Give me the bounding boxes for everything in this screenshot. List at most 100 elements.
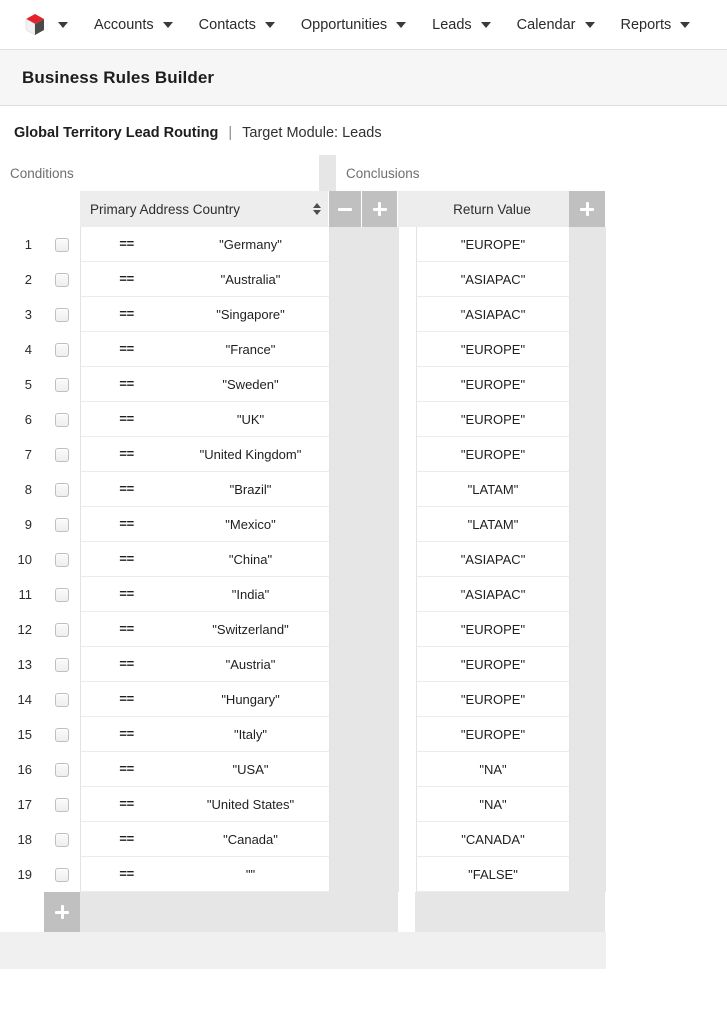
operator-cell[interactable]: == xyxy=(80,472,172,507)
chevron-down-icon[interactable] xyxy=(680,21,691,28)
operator-cell[interactable]: == xyxy=(80,437,172,472)
row-select-cell xyxy=(44,822,80,857)
row-checkbox[interactable] xyxy=(55,552,69,567)
return-value-cell[interactable]: "LATAM" xyxy=(416,507,570,542)
condition-value-cell[interactable]: "Brazil" xyxy=(172,472,330,507)
row-checkbox[interactable] xyxy=(55,587,69,602)
operator-cell[interactable]: == xyxy=(80,332,172,367)
operator-cell[interactable]: == xyxy=(80,857,172,892)
nav-item-contacts[interactable]: Contacts xyxy=(199,17,275,33)
operator-cell[interactable]: == xyxy=(80,227,172,262)
nav-item-calendar[interactable]: Calendar xyxy=(517,17,595,33)
operator-cell[interactable]: == xyxy=(80,752,172,787)
return-value-cell[interactable]: "EUROPE" xyxy=(416,437,570,472)
condition-value-cell[interactable]: "Hungary" xyxy=(172,682,330,717)
condition-value-cell[interactable]: "Sweden" xyxy=(172,367,330,402)
row-checkbox[interactable] xyxy=(55,692,69,707)
row-checkbox[interactable] xyxy=(55,482,69,497)
condition-value-cell[interactable]: "Australia" xyxy=(172,262,330,297)
condition-value-cell[interactable]: "United Kingdom" xyxy=(172,437,330,472)
return-value-cell[interactable]: "EUROPE" xyxy=(416,682,570,717)
return-value-cell[interactable]: "ASIAPAC" xyxy=(416,262,570,297)
chevron-down-icon[interactable] xyxy=(162,21,173,28)
return-value-cell[interactable]: "EUROPE" xyxy=(416,612,570,647)
condition-value-cell[interactable]: "China" xyxy=(172,542,330,577)
return-value-cell[interactable]: "EUROPE" xyxy=(416,227,570,262)
chevron-down-icon[interactable] xyxy=(584,21,595,28)
operator-cell[interactable]: == xyxy=(80,542,172,577)
operator-cell[interactable]: == xyxy=(80,682,172,717)
operator-cell[interactable]: == xyxy=(80,647,172,682)
return-value-cell[interactable]: "LATAM" xyxy=(416,472,570,507)
return-value-cell[interactable]: "FALSE" xyxy=(416,857,570,892)
return-value-cell[interactable]: "EUROPE" xyxy=(416,402,570,437)
chevron-down-icon[interactable] xyxy=(396,21,407,28)
logo-menu[interactable] xyxy=(22,12,68,38)
operator-cell[interactable]: == xyxy=(80,262,172,297)
return-value-cell[interactable]: "ASIAPAC" xyxy=(416,542,570,577)
condition-value-cell[interactable]: "India" xyxy=(172,577,330,612)
row-gap-spacer xyxy=(399,647,416,682)
condition-value-cell[interactable]: "United States" xyxy=(172,787,330,822)
condition-value-cell[interactable]: "" xyxy=(172,857,330,892)
condition-value-cell[interactable]: "USA" xyxy=(172,752,330,787)
row-checkbox[interactable] xyxy=(55,412,69,427)
return-value-cell[interactable]: "EUROPE" xyxy=(416,647,570,682)
add-conclusion-button[interactable] xyxy=(569,191,605,227)
nav-item-opportunities[interactable]: Opportunities xyxy=(301,17,407,33)
row-checkbox[interactable] xyxy=(55,867,69,882)
return-value-cell[interactable]: "ASIAPAC" xyxy=(416,577,570,612)
return-value-cell[interactable]: "EUROPE" xyxy=(416,367,570,402)
nav-item-reports[interactable]: Reports xyxy=(621,17,691,33)
operator-cell[interactable]: == xyxy=(80,612,172,647)
return-value-cell[interactable]: "ASIAPAC" xyxy=(416,297,570,332)
return-value-header[interactable]: Return Value xyxy=(415,191,569,227)
row-checkbox[interactable] xyxy=(55,657,69,672)
condition-value-cell[interactable]: "Germany" xyxy=(172,227,330,262)
nav-item-leads[interactable]: Leads xyxy=(432,17,491,33)
return-value-cell[interactable]: "NA" xyxy=(416,787,570,822)
return-value-cell[interactable]: "EUROPE" xyxy=(416,717,570,752)
row-checkbox[interactable] xyxy=(55,377,69,392)
row-checkbox[interactable] xyxy=(55,517,69,532)
row-checkbox[interactable] xyxy=(55,447,69,462)
operator-cell[interactable]: == xyxy=(80,577,172,612)
return-value-cell[interactable]: "CANADA" xyxy=(416,822,570,857)
add-condition-button[interactable] xyxy=(362,191,398,227)
chevron-down-icon[interactable] xyxy=(264,21,275,28)
return-value-cell[interactable]: "NA" xyxy=(416,752,570,787)
operator-cell[interactable]: == xyxy=(80,402,172,437)
logo-chevron-down-icon[interactable] xyxy=(58,21,68,28)
row-checkbox[interactable] xyxy=(55,762,69,777)
row-checkbox[interactable] xyxy=(55,832,69,847)
sort-arrows-icon[interactable] xyxy=(313,203,321,215)
nav-item-accounts[interactable]: Accounts xyxy=(94,17,173,33)
add-rule-row-button[interactable] xyxy=(44,892,80,932)
chevron-down-icon[interactable] xyxy=(480,21,491,28)
condition-value-cell[interactable]: "Canada" xyxy=(172,822,330,857)
operator-cell[interactable]: == xyxy=(80,717,172,752)
row-checkbox[interactable] xyxy=(55,797,69,812)
operator-cell[interactable]: == xyxy=(80,297,172,332)
row-checkbox[interactable] xyxy=(55,342,69,357)
footer-minus-fill xyxy=(329,892,362,932)
operator-cell[interactable]: == xyxy=(80,787,172,822)
condition-value-cell[interactable]: "Switzerland" xyxy=(172,612,330,647)
row-checkbox[interactable] xyxy=(55,622,69,637)
condition-value-cell[interactable]: "Singapore" xyxy=(172,297,330,332)
operator-cell[interactable]: == xyxy=(80,822,172,857)
row-checkbox[interactable] xyxy=(55,272,69,287)
condition-value-cell[interactable]: "UK" xyxy=(172,402,330,437)
condition-field-header[interactable]: Primary Address Country xyxy=(80,191,329,227)
row-checkbox[interactable] xyxy=(55,307,69,322)
row-checkbox[interactable] xyxy=(55,727,69,742)
return-value-cell[interactable]: "EUROPE" xyxy=(416,332,570,367)
condition-value-cell[interactable]: "Italy" xyxy=(172,717,330,752)
condition-value-cell[interactable]: "France" xyxy=(172,332,330,367)
row-checkbox[interactable] xyxy=(55,237,69,252)
operator-cell[interactable]: == xyxy=(80,367,172,402)
condition-value-cell[interactable]: "Mexico" xyxy=(172,507,330,542)
operator-cell[interactable]: == xyxy=(80,507,172,542)
condition-value-cell[interactable]: "Austria" xyxy=(172,647,330,682)
remove-condition-button[interactable] xyxy=(329,191,362,227)
